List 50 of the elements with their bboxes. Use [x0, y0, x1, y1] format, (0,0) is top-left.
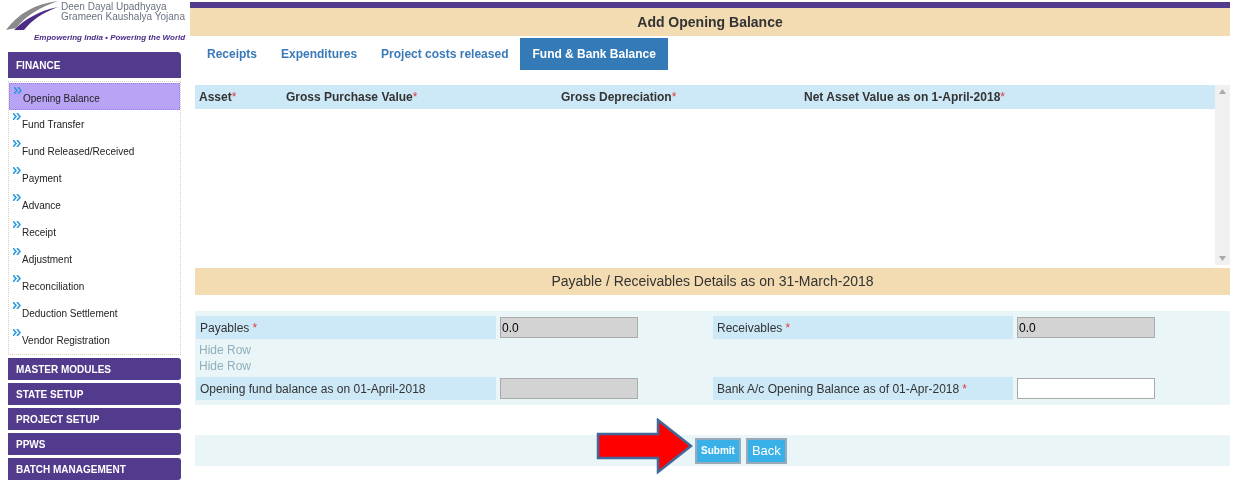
tab[interactable]: Expenditures: [269, 38, 370, 70]
field-label: Receivables *: [713, 316, 1013, 339]
logo-tagline: Empowering India • Powering the World: [34, 32, 186, 44]
tab[interactable]: Receipts: [195, 38, 270, 70]
sidebar-item[interactable]: Vendor Registration: [9, 326, 180, 353]
scroll-up-icon[interactable]: [1219, 89, 1226, 94]
row-note: Hide Row: [198, 358, 252, 374]
double-chevron-icon: [13, 302, 21, 309]
logo-swoosh-icon: [4, 0, 60, 30]
menu-section[interactable]: FINANCE: [8, 52, 181, 78]
menu-section[interactable]: STATE SETUP: [8, 383, 181, 405]
logo-text: Deen Dayal Upadhyaya: [61, 2, 168, 12]
tab[interactable]: Project costs released: [369, 38, 521, 70]
page-header: Add Opening Balance: [190, 8, 1230, 36]
double-chevron-icon: [13, 140, 21, 147]
field-label: Payables *: [196, 316, 496, 339]
sidebar-item[interactable]: Advance: [9, 191, 180, 218]
column-header: Gross Depreciation*: [560, 89, 678, 106]
double-chevron-icon: [14, 87, 22, 94]
double-chevron-icon: [13, 221, 21, 228]
logo-text: Grameen Kaushalya Yojana: [61, 12, 185, 22]
sidebar-item[interactable]: Payment: [9, 164, 180, 191]
double-chevron-icon: [13, 329, 21, 336]
field-label: Opening fund balance as on 01-April-2018: [196, 377, 496, 400]
section-header: Payable / Receivables Details as on 31-March-2018: [195, 268, 1230, 295]
menu-section[interactable]: MASTER MODULES: [8, 358, 181, 380]
input-field[interactable]: [1017, 378, 1155, 399]
sidebar-item[interactable]: Receipt: [9, 218, 180, 245]
field-label: Bank A/c Opening Balance as of 01-Apr-2018 *: [713, 377, 1013, 400]
column-header: Net Asset Value as on 1-April-2018*: [803, 89, 1006, 106]
double-chevron-icon: [13, 248, 21, 255]
menu-section[interactable]: BATCH MANAGEMENT: [8, 458, 181, 480]
double-chevron-icon: [13, 167, 21, 174]
scrollbar[interactable]: [1215, 85, 1230, 265]
double-chevron-icon: [13, 113, 21, 120]
sidebar-item[interactable]: Fund Released/Received: [9, 137, 180, 164]
tab[interactable]: Fund & Bank Balance: [520, 38, 668, 70]
double-chevron-icon: [13, 275, 21, 282]
sidebar-item[interactable]: Adjustment: [9, 245, 180, 272]
column-header: Asset*: [198, 89, 238, 106]
sidebar-item[interactable]: Reconciliation: [9, 272, 180, 299]
double-chevron-icon: [13, 194, 21, 201]
sidebar-item[interactable]: Fund Transfer: [9, 110, 180, 137]
row-note: Hide Row: [198, 342, 252, 358]
menu-section[interactable]: PROJECT SETUP: [8, 408, 181, 430]
sidebar-item[interactable]: Deduction Settlement: [9, 299, 180, 326]
sidebar-item[interactable]: Opening Balance: [9, 83, 180, 110]
menu-section[interactable]: PPWS: [8, 433, 181, 455]
scroll-down-icon[interactable]: [1219, 256, 1226, 261]
column-header: Gross Purchase Value*: [285, 89, 419, 106]
